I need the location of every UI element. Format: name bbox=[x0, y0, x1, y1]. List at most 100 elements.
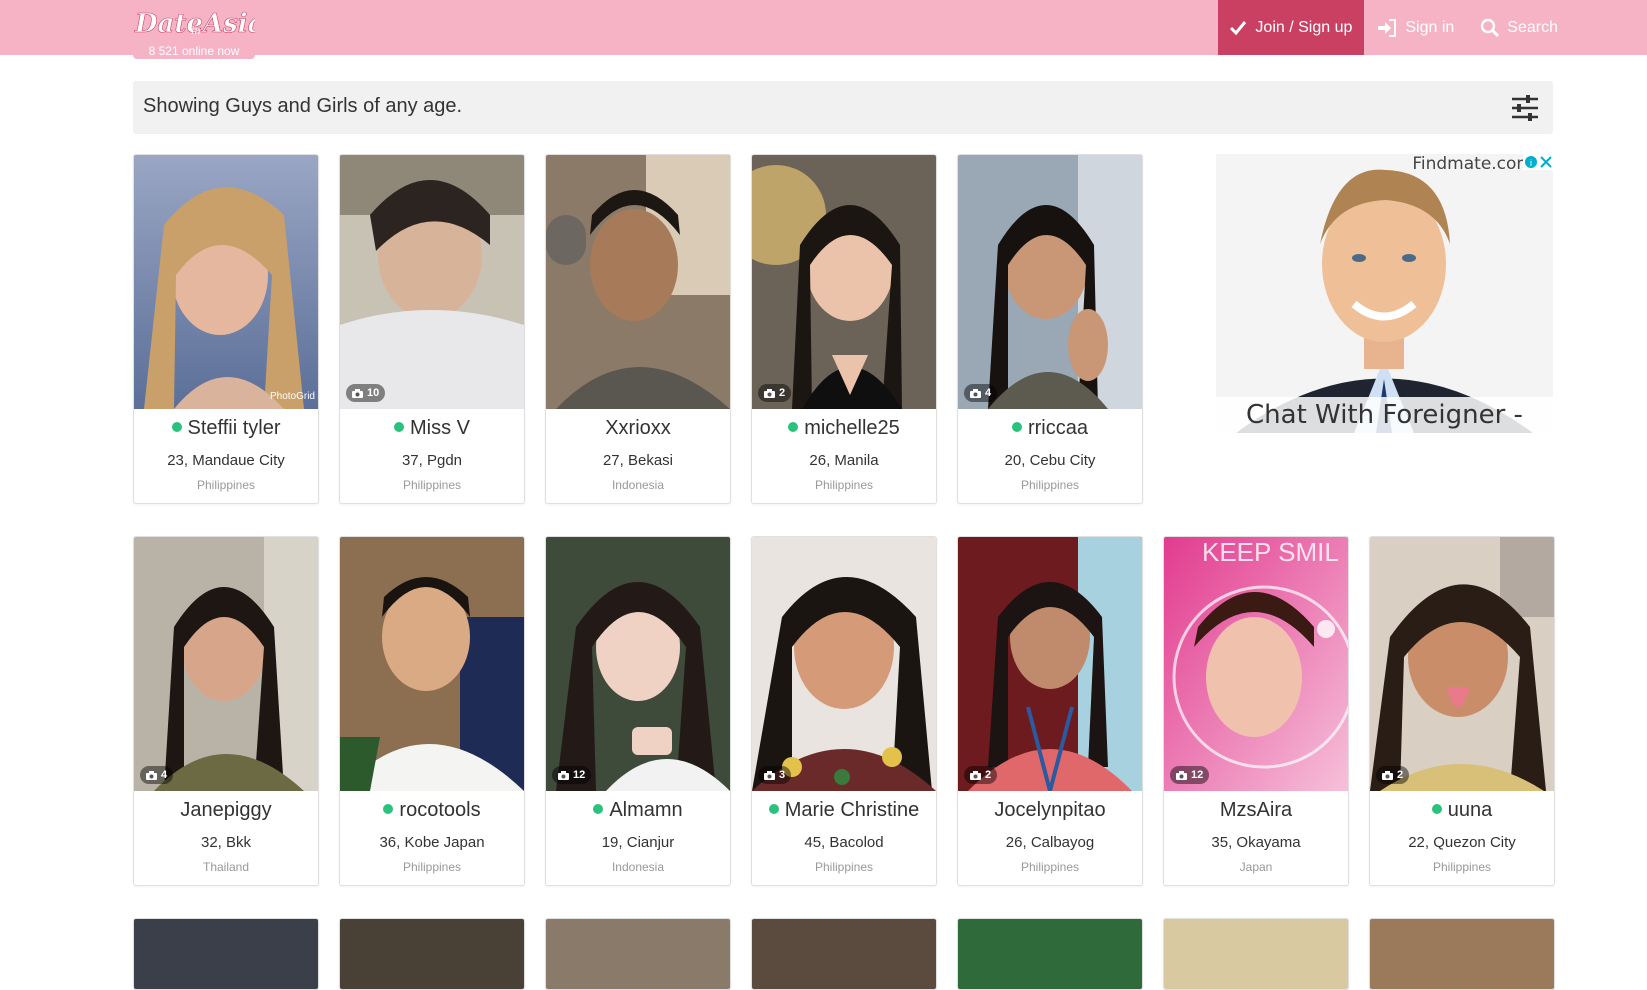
ad-banner[interactable]: Findmate.com i Chat With Foreigner - Fre… bbox=[1216, 154, 1553, 433]
signin-link[interactable]: Sign in bbox=[1364, 0, 1467, 55]
profile-country: Indonesia bbox=[611, 860, 665, 874]
photo-watermark: PhotoGrid bbox=[269, 391, 315, 402]
join-label: Join / Sign up bbox=[1255, 18, 1353, 36]
profile-age-city: 22, Quezon City bbox=[1408, 834, 1516, 851]
search-link[interactable]: Search bbox=[1467, 0, 1571, 55]
photo-count-badge: 3 bbox=[758, 766, 792, 784]
join-button[interactable]: Join / Sign up bbox=[1218, 0, 1365, 55]
online-indicator bbox=[394, 422, 404, 432]
photo-count-text: 10 bbox=[367, 387, 380, 399]
profile-name-text: rocotools bbox=[399, 799, 481, 821]
profile-card[interactable]: Xxrioxx 27, Bekasi Indonesia bbox=[545, 154, 731, 504]
photo-count-badge: 12 bbox=[1170, 766, 1210, 784]
logo[interactable]: Date in Asia 8 521 online now bbox=[133, 2, 255, 59]
profile-photo bbox=[958, 919, 1142, 989]
profile-card[interactable]: 4 rriccaa 20, Cebu City Philippines bbox=[957, 154, 1143, 504]
profile-country: Philippines bbox=[814, 478, 874, 492]
profile-name[interactable]: Jocelynpitao bbox=[958, 799, 1142, 822]
svg-text:Asia: Asia bbox=[200, 9, 255, 39]
sliders-icon[interactable] bbox=[1511, 94, 1539, 122]
profile-age-city: 23, Mandaue City bbox=[167, 452, 285, 469]
ad-caption: Chat With Foreigner - Free bbox=[1216, 397, 1553, 433]
online-indicator bbox=[593, 804, 604, 814]
profile-name-text: rriccaa bbox=[1027, 417, 1088, 439]
ad-photo bbox=[1216, 154, 1553, 433]
photo-count-badge: 2 bbox=[1376, 766, 1410, 784]
online-indicator bbox=[1431, 804, 1442, 814]
profile-card[interactable] bbox=[1369, 918, 1555, 990]
photo-overlay-text: KEEP SMIL bbox=[1202, 537, 1339, 567]
photo-count-badge: 4 bbox=[140, 766, 174, 784]
profile-photo bbox=[752, 537, 936, 791]
camera-icon bbox=[764, 770, 775, 780]
profile-name[interactable]: rriccaa bbox=[958, 417, 1142, 440]
photo-count-text: 4 bbox=[985, 387, 992, 399]
online-indicator bbox=[1011, 422, 1022, 432]
profile-card[interactable]: 2 Jocelynpitao 26, Calbayog Philippines bbox=[957, 536, 1143, 886]
profile-card[interactable]: 2 michelle25 26, Manila Philippines bbox=[751, 154, 937, 504]
profile-card[interactable]: 12 Almamn 19, Cianjur Indonesia bbox=[545, 536, 731, 886]
filter-bar: Showing Guys and Girls of any age. bbox=[133, 81, 1553, 134]
profile-name[interactable]: Marie Christine bbox=[752, 799, 936, 822]
top-bar: Date in Asia 8 521 online now Join / Sig… bbox=[0, 0, 1647, 59]
profile-name[interactable]: Steffii tyler bbox=[134, 417, 318, 440]
profile-card[interactable] bbox=[133, 918, 319, 990]
profile-age-city: 37, Pgdn bbox=[401, 452, 463, 469]
photo-count-text: 12 bbox=[573, 769, 586, 781]
filter-summary: Showing Guys and Girls of any age. bbox=[143, 95, 463, 117]
photo-count-text: 4 bbox=[161, 769, 168, 781]
profile-name[interactable]: Janepiggy bbox=[134, 799, 318, 822]
profile-name-text: Almamn bbox=[609, 799, 683, 821]
profile-photo bbox=[546, 537, 730, 791]
online-count: 8 521 online now bbox=[148, 44, 240, 58]
profile-card[interactable]: 10 Miss V 37, Pgdn Philippines bbox=[339, 154, 525, 504]
profile-age-city: 45, Bacolod bbox=[804, 834, 884, 851]
profile-card[interactable]: rocotools 36, Kobe Japan Philippines bbox=[339, 536, 525, 886]
camera-icon bbox=[1176, 770, 1187, 780]
profile-photo bbox=[546, 919, 730, 989]
profile-age-city: 20, Cebu City bbox=[1004, 452, 1096, 469]
online-indicator bbox=[171, 422, 182, 432]
profile-age-city: 19, Cianjur bbox=[601, 834, 675, 851]
profile-country: Philippines bbox=[1020, 860, 1080, 874]
profile-card[interactable] bbox=[957, 918, 1143, 990]
profile-card[interactable]: KEEP SMIL 12 MzsAira 35, Okayama Japan bbox=[1163, 536, 1349, 886]
ad-close-icon[interactable]: i bbox=[1523, 154, 1553, 170]
profile-card[interactable] bbox=[751, 918, 937, 990]
photo-count-badge: 12 bbox=[552, 766, 592, 784]
profile-name[interactable]: michelle25 bbox=[752, 417, 936, 440]
profile-country: Philippines bbox=[196, 478, 256, 492]
profile-card[interactable] bbox=[545, 918, 731, 990]
profile-card[interactable] bbox=[339, 918, 525, 990]
profile-card[interactable] bbox=[1163, 918, 1349, 990]
ad-brand: Findmate.com bbox=[1412, 154, 1533, 174]
profile-name[interactable]: uuna bbox=[1370, 799, 1554, 822]
logo-mark: Date in Asia bbox=[134, 9, 255, 40]
profile-card[interactable]: 4 Janepiggy 32, Bkk Thailand bbox=[133, 536, 319, 886]
profile-name-text: Steffii tyler bbox=[187, 417, 281, 439]
profile-name-text: Marie Christine bbox=[784, 799, 920, 821]
sign-in-icon bbox=[1378, 18, 1397, 37]
profile-name[interactable]: MzsAira bbox=[1164, 799, 1348, 822]
profile-name[interactable]: Miss V bbox=[340, 417, 524, 440]
camera-icon bbox=[558, 770, 569, 780]
online-indicator bbox=[788, 422, 799, 432]
profile-card[interactable]: 2 uuna 22, Quezon City Philippines bbox=[1369, 536, 1555, 886]
profile-name[interactable]: rocotools bbox=[340, 799, 524, 822]
profile-photo bbox=[340, 919, 524, 989]
profile-card[interactable]: PhotoGrid Steffii tyler 23, Mandaue City… bbox=[133, 154, 319, 504]
profile-card[interactable]: 3 Marie Christine 45, Bacolod Philippine… bbox=[751, 536, 937, 886]
photo-count-text: 2 bbox=[985, 769, 992, 781]
profile-country: Thailand bbox=[202, 860, 250, 874]
camera-icon bbox=[146, 770, 157, 780]
profile-name[interactable]: Xxrioxx bbox=[546, 417, 730, 440]
profile-photo bbox=[134, 537, 318, 791]
top-nav: Join / Sign up Sign in Search bbox=[1218, 0, 1647, 55]
profile-country: Japan bbox=[1239, 860, 1273, 874]
profile-name[interactable]: Almamn bbox=[546, 799, 730, 822]
profile-age-city: 32, Bkk bbox=[200, 834, 252, 851]
search-label: Search bbox=[1507, 18, 1558, 36]
profile-photo bbox=[1370, 919, 1554, 989]
profile-age-city: 26, Calbayog bbox=[1005, 834, 1095, 851]
profile-photo bbox=[340, 537, 524, 791]
